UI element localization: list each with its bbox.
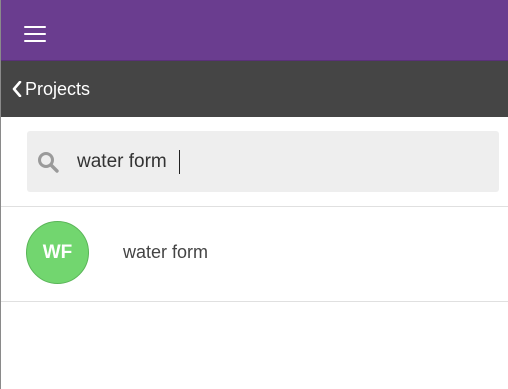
navigation-bar: Projects xyxy=(1,61,508,117)
avatar: WF xyxy=(26,221,89,284)
back-to-projects-link[interactable]: Projects xyxy=(12,61,90,117)
top-app-bar xyxy=(1,0,508,61)
search-input[interactable] xyxy=(77,131,477,192)
search-box xyxy=(27,131,499,192)
list-divider-bottom xyxy=(1,301,508,302)
app-frame: Projects WF water form xyxy=(0,0,508,389)
text-caret xyxy=(179,150,180,174)
avatar-initials: WF xyxy=(42,241,73,263)
list-item[interactable]: WF water form xyxy=(1,207,508,302)
list-item-label: water form xyxy=(123,242,209,262)
chevron-left-icon xyxy=(12,81,22,97)
search-icon xyxy=(38,152,59,173)
back-link-label: Projects xyxy=(25,78,91,99)
hamburger-menu-icon[interactable] xyxy=(24,26,46,42)
